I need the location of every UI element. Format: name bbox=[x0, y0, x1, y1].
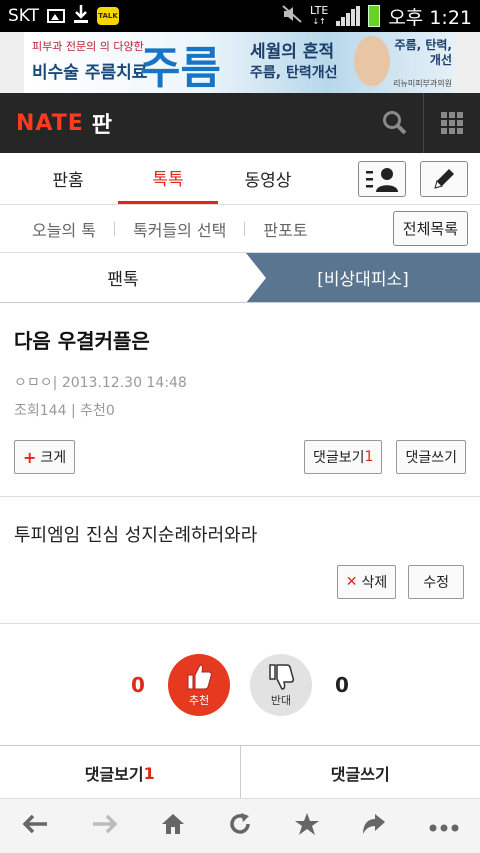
oppose-button[interactable]: 반대 bbox=[250, 653, 312, 716]
pencil-icon bbox=[434, 168, 454, 189]
recommend-button[interactable]: 추천 bbox=[168, 653, 230, 716]
category-shelter[interactable]: [비상대피소] bbox=[246, 253, 480, 302]
bottom-actions: 댓글보기 1 댓글쓰기 bbox=[0, 745, 480, 801]
post-author[interactable]: ㅇㅁㅇ bbox=[14, 375, 53, 391]
bottom-write-comment-button[interactable]: 댓글쓰기 bbox=[239, 746, 480, 800]
kakaotalk-icon: TALK bbox=[97, 7, 120, 25]
category-bar: 팬톡 [비상대피소] bbox=[0, 253, 480, 303]
post-body: 투피엠임 진심 성지순례하러와라 bbox=[14, 525, 258, 546]
ad-clinic-name: 리뉴미피부과의원 bbox=[393, 79, 452, 88]
ad-sub-text-1: 세월의 흔적 bbox=[250, 42, 335, 62]
category-fantalk[interactable]: 팬톡 bbox=[0, 253, 246, 302]
ad-face-image bbox=[354, 36, 390, 86]
comments-count: 1 bbox=[364, 449, 374, 465]
tab-toktok[interactable]: 톡톡 bbox=[118, 153, 218, 204]
nate-header: NATE 판 bbox=[0, 93, 480, 153]
download-icon bbox=[73, 4, 89, 29]
search-icon bbox=[383, 111, 407, 135]
post-meta: ㅇㅁㅇ| 2013.12.30 14:48 bbox=[14, 375, 187, 391]
subtab-pan-photo[interactable]: 판포토 bbox=[263, 217, 307, 241]
tab-video[interactable]: 동영상 bbox=[218, 153, 318, 204]
ad-small-text: 피부과 전문의 의 다양한 bbox=[32, 40, 144, 53]
more-icon[interactable] bbox=[429, 817, 459, 836]
post-date: 2013.12.30 14:48 bbox=[61, 375, 187, 391]
close-icon: ✕ bbox=[345, 574, 358, 590]
image-notification-icon bbox=[47, 9, 66, 23]
recommend-count: 0 bbox=[105, 403, 115, 419]
ad-right-text: 주름, 탄력, 개선 bbox=[394, 38, 452, 67]
grid-menu-button[interactable] bbox=[424, 93, 480, 153]
bookmark-star-icon[interactable] bbox=[294, 812, 320, 840]
bottom-view-comments-button[interactable]: 댓글보기 1 bbox=[0, 746, 240, 800]
tab-pan-home[interactable]: 판홈 bbox=[18, 153, 118, 204]
section-title[interactable]: 판 bbox=[92, 107, 112, 139]
thumbs-up-icon bbox=[187, 663, 212, 689]
plus-icon: + bbox=[23, 447, 37, 467]
user-list-icon bbox=[366, 167, 398, 192]
ad-sub-text-2: 주름, 탄력개선 bbox=[250, 65, 338, 81]
carrier-label: SKT bbox=[8, 6, 40, 26]
delete-button[interactable]: ✕ 삭제 bbox=[336, 565, 397, 599]
ad-big-text: 주름 bbox=[140, 43, 221, 93]
back-icon[interactable] bbox=[21, 812, 49, 840]
status-bar: SKT TALK LTE ↓↑ 오후 1:21 bbox=[0, 0, 480, 32]
vote-area: 0 추천 반대 0 bbox=[0, 623, 480, 745]
thumbs-down-icon bbox=[269, 663, 295, 690]
battery-icon bbox=[368, 5, 381, 27]
view-comments-button[interactable]: 댓글보기 1 bbox=[304, 440, 383, 474]
post-title: 다음 우결커플은 bbox=[14, 329, 150, 353]
enlarge-text-button[interactable]: + 크게 bbox=[14, 440, 76, 474]
my-profile-button[interactable] bbox=[358, 160, 406, 197]
write-comment-button[interactable]: 댓글쓰기 bbox=[396, 440, 466, 474]
network-type: LTE ↓↑ bbox=[310, 3, 329, 26]
search-button[interactable] bbox=[367, 93, 423, 153]
subtab-today[interactable]: 오늘의 톡 bbox=[32, 217, 96, 241]
main-tabs: 판홈 톡톡 동영상 bbox=[0, 153, 480, 205]
down-count: 0 bbox=[335, 672, 349, 697]
ad-banner[interactable]: 피부과 전문의 의 다양한 비수술 주름치료 주름 세월의 흔적 주름, 탄력개… bbox=[0, 32, 480, 93]
share-icon[interactable] bbox=[361, 813, 387, 839]
ad-left-text: 비수술 주름치료 bbox=[32, 63, 148, 83]
browser-toolbar bbox=[0, 798, 480, 853]
clock: 오후 1:21 bbox=[388, 6, 472, 29]
up-count: 0 bbox=[131, 672, 145, 697]
post-stats: 조회144 | 추천0 bbox=[14, 403, 115, 419]
nate-logo[interactable]: NATE bbox=[16, 111, 84, 136]
forward-icon[interactable] bbox=[91, 812, 119, 840]
post-header: 다음 우결커플은 ㅇㅁㅇ| 2013.12.30 14:48 조회144 | 추… bbox=[0, 303, 480, 474]
views-count: 144 bbox=[39, 403, 67, 419]
signal-icon bbox=[336, 6, 361, 26]
home-icon[interactable] bbox=[160, 812, 186, 840]
sub-tabs: 오늘의 톡 톡커들의 선택 판포토 전체목록 bbox=[0, 205, 480, 253]
all-list-button[interactable]: 전체목록 bbox=[392, 211, 468, 246]
grid-icon bbox=[441, 112, 463, 134]
write-button[interactable] bbox=[420, 160, 468, 197]
refresh-icon[interactable] bbox=[228, 812, 252, 840]
edit-button[interactable]: 수정 bbox=[408, 565, 464, 599]
mute-icon bbox=[282, 4, 302, 28]
subtab-tokkers-choice[interactable]: 톡커들의 선택 bbox=[133, 217, 226, 241]
